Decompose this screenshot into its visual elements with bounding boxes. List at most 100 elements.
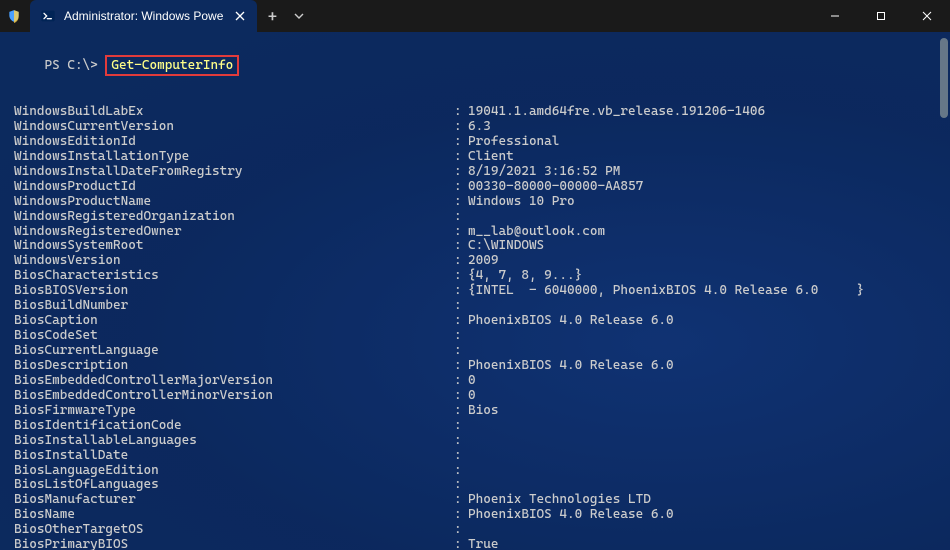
output-row: BiosFirmwareType: Bios: [14, 404, 938, 419]
output-row: BiosCurrentLanguage:: [14, 344, 938, 359]
property-name: BiosDescription: [14, 359, 454, 374]
property-colon: :: [454, 284, 468, 299]
property-name: WindowsSystemRoot: [14, 239, 454, 254]
property-name: WindowsRegisteredOrganization: [14, 210, 454, 225]
output-row: WindowsVersion: 2009: [14, 254, 938, 269]
property-value: {INTEL - 6040000, PhoenixBIOS 4.0 Releas…: [468, 284, 864, 299]
property-colon: :: [454, 538, 468, 550]
terminal-body[interactable]: PS C:\> Get-ComputerInfo WindowsBuildLab…: [0, 32, 950, 550]
property-colon: :: [454, 210, 468, 225]
output-row: BiosEmbeddedControllerMinorVersion: 0: [14, 389, 938, 404]
property-name: BiosListOfLanguages: [14, 478, 454, 493]
maximize-button[interactable]: [858, 0, 904, 32]
output-row: BiosPrimaryBIOS: True: [14, 538, 938, 550]
property-colon: :: [454, 493, 468, 508]
property-colon: :: [454, 314, 468, 329]
window-controls: [812, 0, 950, 32]
property-name: WindowsInstallDateFromRegistry: [14, 165, 454, 180]
scrollbar-thumb[interactable]: [940, 38, 948, 118]
output-row: WindowsInstallationType: Client: [14, 150, 938, 165]
property-colon: :: [454, 120, 468, 135]
property-value: Professional: [468, 135, 559, 150]
property-name: WindowsCurrentVersion: [14, 120, 454, 135]
output-row: WindowsProductId: 00330-80000-00000-AA85…: [14, 180, 938, 195]
property-value: 19041.1.amd64fre.vb_release.191206-1406: [468, 105, 765, 120]
property-value: 0: [468, 374, 476, 389]
property-value: Windows 10 Pro: [468, 195, 575, 210]
property-colon: :: [454, 329, 468, 344]
property-name: WindowsRegisteredOwner: [14, 225, 454, 240]
property-colon: :: [454, 180, 468, 195]
output-row: WindowsRegisteredOwner: m__lab@outlook.c…: [14, 225, 938, 240]
property-name: WindowsBuildLabEx: [14, 105, 454, 120]
property-value: {4, 7, 8, 9...}: [468, 269, 582, 284]
property-name: WindowsEditionId: [14, 135, 454, 150]
property-colon: :: [454, 434, 468, 449]
property-colon: :: [454, 239, 468, 254]
output-row: BiosOtherTargetOS:: [14, 523, 938, 538]
new-tab-button[interactable]: +: [257, 0, 287, 32]
property-colon: :: [454, 105, 468, 120]
property-name: WindowsInstallationType: [14, 150, 454, 165]
output-row: BiosListOfLanguages:: [14, 478, 938, 493]
property-colon: :: [454, 165, 468, 180]
output-row: WindowsProductName: Windows 10 Pro: [14, 195, 938, 210]
prompt-line: PS C:\> Get-ComputerInfo: [14, 40, 938, 91]
tabs-dropdown-button[interactable]: [287, 0, 311, 32]
tab-close-button[interactable]: [231, 7, 249, 25]
property-colon: :: [454, 359, 468, 374]
command-highlight: Get-ComputerInfo: [105, 55, 239, 76]
property-colon: :: [454, 449, 468, 464]
output-row: BiosEmbeddedControllerMajorVersion: 0: [14, 374, 938, 389]
close-window-button[interactable]: [904, 0, 950, 32]
property-name: BiosLanguageEdition: [14, 464, 454, 479]
property-value: 0: [468, 389, 476, 404]
property-name: BiosOtherTargetOS: [14, 523, 454, 538]
property-name: BiosIdentificationCode: [14, 419, 454, 434]
output-row: BiosBIOSVersion: {INTEL - 6040000, Phoen…: [14, 284, 938, 299]
property-value: 8/19/2021 3:16:52 PM: [468, 165, 620, 180]
property-name: BiosInstallableLanguages: [14, 434, 454, 449]
property-colon: :: [454, 344, 468, 359]
property-colon: :: [454, 269, 468, 284]
property-colon: :: [454, 135, 468, 150]
prompt-text: PS C:\>: [44, 58, 97, 73]
property-colon: :: [454, 299, 468, 314]
output-row: WindowsBuildLabEx: 19041.1.amd64fre.vb_r…: [14, 105, 938, 120]
output-row: BiosCaption: PhoenixBIOS 4.0 Release 6.0: [14, 314, 938, 329]
output-row: BiosName: PhoenixBIOS 4.0 Release 6.0: [14, 508, 938, 523]
output-row: BiosManufacturer: Phoenix Technologies L…: [14, 493, 938, 508]
property-colon: :: [454, 404, 468, 419]
property-name: BiosBIOSVersion: [14, 284, 454, 299]
minimize-button[interactable]: [812, 0, 858, 32]
property-colon: :: [454, 419, 468, 434]
property-name: BiosCaption: [14, 314, 454, 329]
output-row: BiosInstallDate:: [14, 449, 938, 464]
property-value: PhoenixBIOS 4.0 Release 6.0: [468, 508, 674, 523]
property-name: BiosInstallDate: [14, 449, 454, 464]
tab-powershell[interactable]: Administrator: Windows Powe: [30, 0, 257, 32]
tab-title: Administrator: Windows Powe: [64, 9, 223, 23]
output-row: WindowsInstallDateFromRegistry: 8/19/202…: [14, 165, 938, 180]
output-row: BiosCodeSet:: [14, 329, 938, 344]
output-row: WindowsEditionId: Professional: [14, 135, 938, 150]
output-row: WindowsSystemRoot: C:\WINDOWS: [14, 239, 938, 254]
property-colon: :: [454, 389, 468, 404]
output-row: BiosInstallableLanguages:: [14, 434, 938, 449]
property-colon: :: [454, 150, 468, 165]
output-row: WindowsCurrentVersion: 6.3: [14, 120, 938, 135]
property-value: Client: [468, 150, 514, 165]
property-name: BiosName: [14, 508, 454, 523]
property-value: 6.3: [468, 120, 491, 135]
property-name: WindowsProductName: [14, 195, 454, 210]
property-value: 2009: [468, 254, 498, 269]
titlebar: Administrator: Windows Powe +: [0, 0, 950, 32]
property-colon: :: [454, 254, 468, 269]
output-row: BiosIdentificationCode:: [14, 419, 938, 434]
property-name: BiosFirmwareType: [14, 404, 454, 419]
output-row: BiosLanguageEdition:: [14, 464, 938, 479]
property-value: m__lab@outlook.com: [468, 225, 605, 240]
property-value: 00330-80000-00000-AA857: [468, 180, 643, 195]
property-name: BiosPrimaryBIOS: [14, 538, 454, 550]
property-value: Bios: [468, 404, 498, 419]
